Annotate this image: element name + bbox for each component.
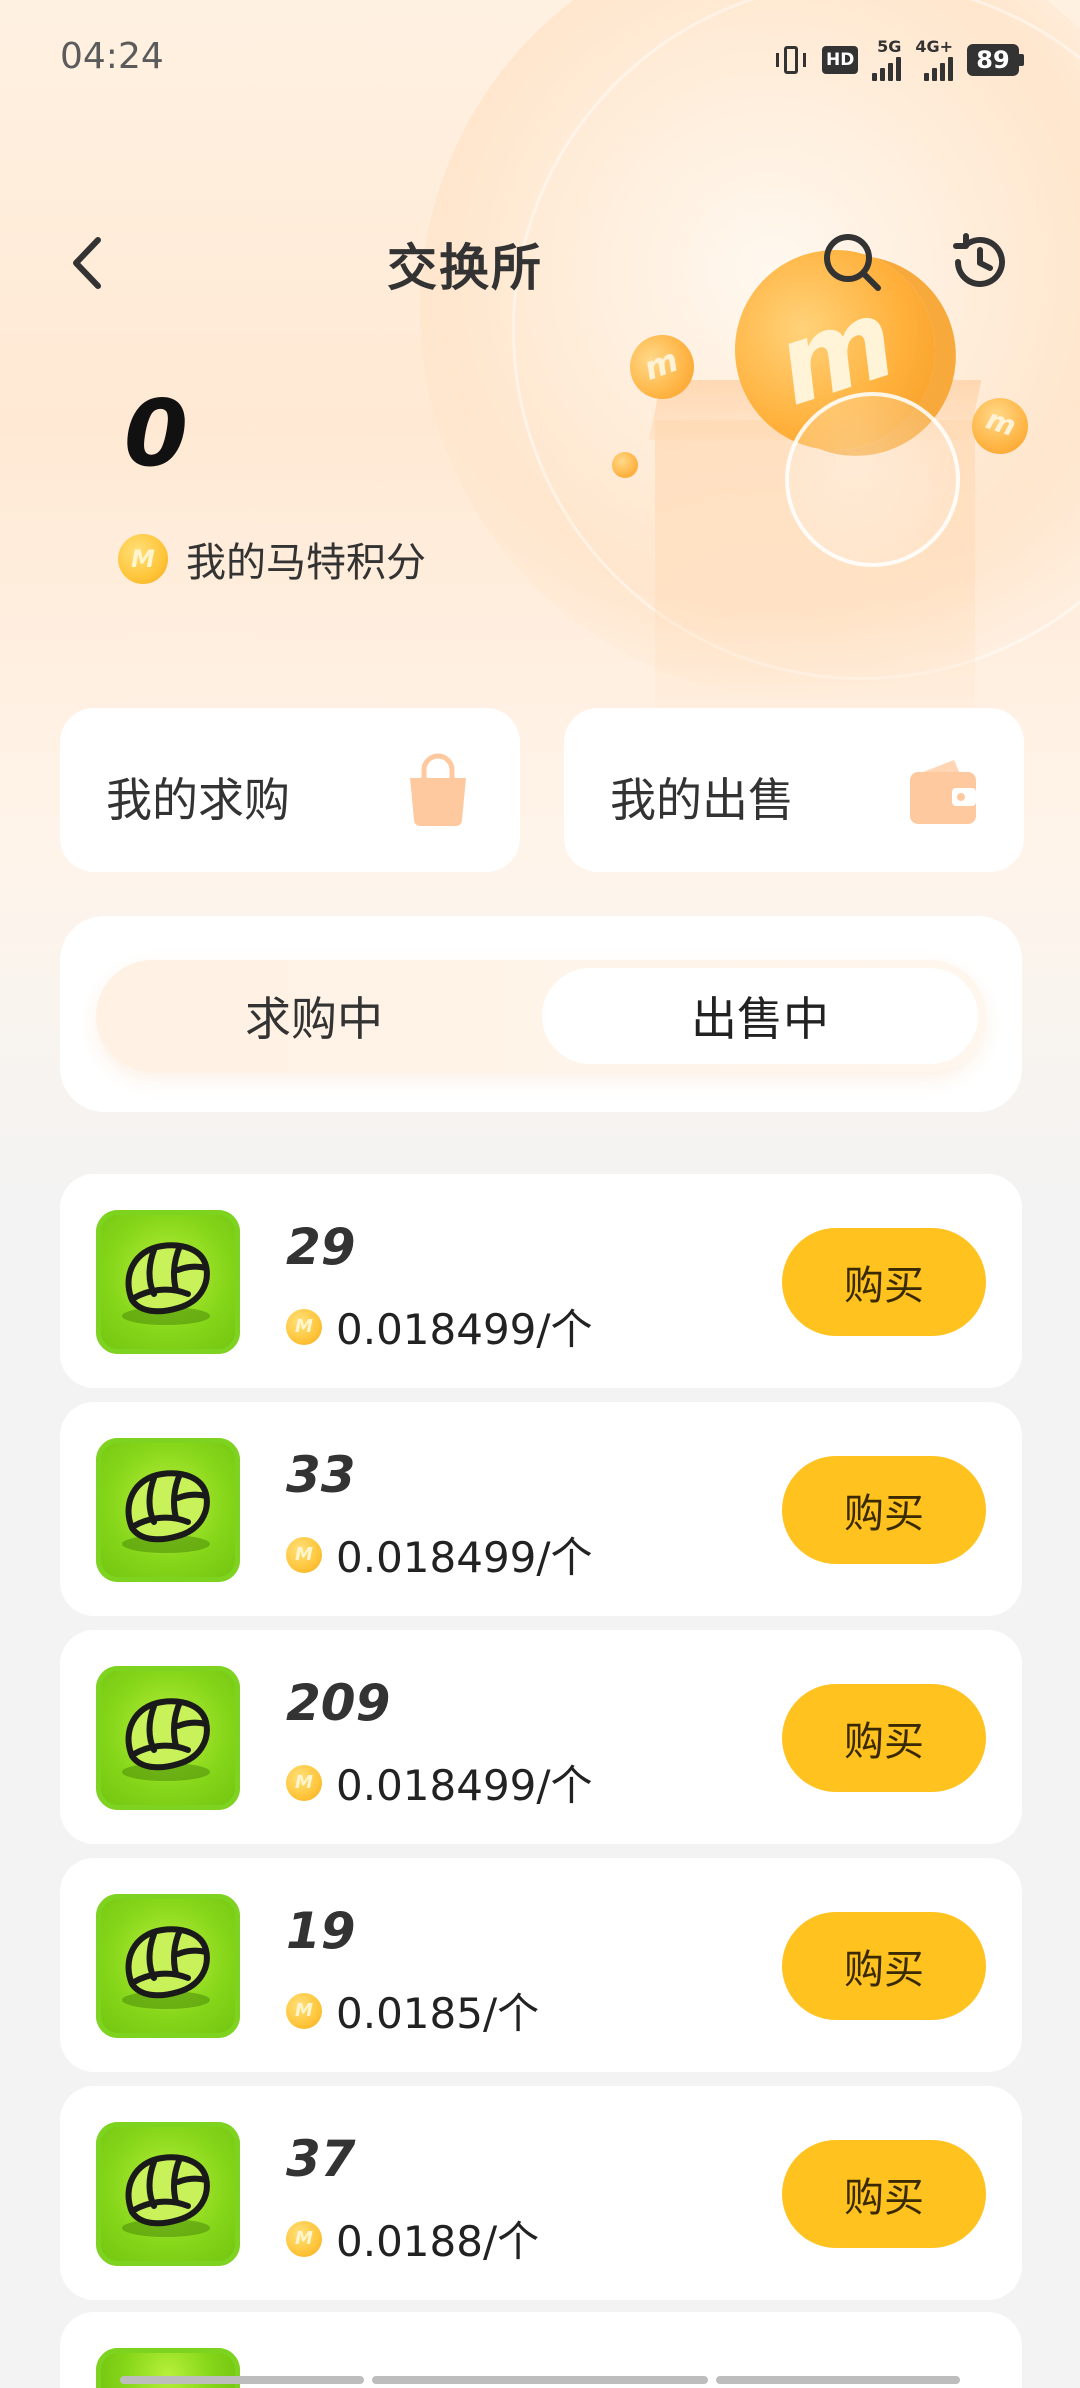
item-price-row: M 0.0185/个 <box>286 1980 539 2041</box>
item-quantity: 33 <box>286 1446 356 1504</box>
search-icon <box>824 234 881 291</box>
scroll-indicator <box>716 2376 960 2384</box>
my-sell-card[interactable]: 我的出售 <box>564 708 1024 872</box>
item-price: 0.0185/个 <box>336 1989 540 2038</box>
item-price: 0.0188/个 <box>336 2217 540 2266</box>
exchange-page: m m m 04:24 HD 5G 4G+ 89 交换所 0 M 我的马特积分 … <box>0 0 1080 2388</box>
status-icons: HD 5G 4G+ 89 <box>774 37 1024 81</box>
list-item[interactable]: 33 M 0.018499/个 购买 <box>60 1402 1022 1616</box>
status-time: 04:24 <box>60 36 164 77</box>
my-sell-label: 我的出售 <box>610 773 794 827</box>
item-price: 0.018499/个 <box>336 1305 593 1354</box>
sim1-signal: 5G <box>872 37 902 81</box>
tab-selling[interactable]: 出售中 <box>542 968 978 1064</box>
bubble-decoration <box>785 392 960 567</box>
status-bar: 04:24 HD 5G 4G+ 89 <box>0 0 1080 118</box>
tab-buying[interactable]: 求购中 <box>96 960 532 1072</box>
shopping-bag-icon <box>410 753 466 826</box>
buy-button[interactable]: 购买 <box>782 1228 986 1336</box>
battery-icon: 89 <box>967 44 1024 76</box>
signal-bars-icon <box>924 55 953 81</box>
buy-button[interactable]: 购买 <box>782 1456 986 1564</box>
item-price-row: M 0.0188/个 <box>286 2208 539 2269</box>
battery-level: 89 <box>967 44 1019 76</box>
list-item[interactable]: 209 M 0.018499/个 购买 <box>60 1630 1022 1844</box>
sim1-label: 5G <box>877 37 902 56</box>
m-coin-icon: M <box>286 1764 322 1801</box>
bamboo-shoot-icon <box>122 1470 210 1553</box>
bamboo-item-icon <box>96 1894 240 2038</box>
list-item[interactable]: 37 M 0.0188/个 购买 <box>60 2086 1022 2300</box>
list-item[interactable]: 19 M 0.0185/个 购买 <box>60 1858 1022 2072</box>
vibrate-icon <box>774 43 808 77</box>
hd-badge: HD <box>821 46 859 74</box>
my-buy-card[interactable]: 我的求购 <box>60 708 520 872</box>
bamboo-shoot-icon <box>122 2154 210 2237</box>
m-coin-icon: M <box>286 1992 322 2029</box>
scroll-indicator <box>372 2376 708 2384</box>
m-coin-icon: M <box>286 1308 322 1345</box>
m-coin-icon: M <box>286 1536 322 1573</box>
bamboo-item-icon <box>96 1438 240 1582</box>
points-value: 0 <box>124 380 189 487</box>
item-price-row: M 0.018499/个 <box>286 1752 593 1813</box>
wallet-icon <box>910 760 976 824</box>
sim2-signal: 4G+ <box>915 39 953 81</box>
bamboo-shoot-icon <box>122 1698 210 1781</box>
item-price-row: M 0.018499/个 <box>286 1296 593 1357</box>
bamboo-item-icon <box>96 1210 240 1354</box>
bamboo-shoot-icon <box>122 1242 210 1325</box>
scroll-indicator <box>120 2376 364 2384</box>
my-buy-label: 我的求购 <box>106 773 290 827</box>
buy-button[interactable]: 购买 <box>782 1684 986 1792</box>
signal-bars-icon <box>872 55 902 81</box>
item-quantity: 37 <box>286 2130 356 2188</box>
tiny-coin-icon <box>612 452 638 478</box>
item-quantity: 209 <box>286 1674 391 1732</box>
search-button[interactable] <box>820 230 884 294</box>
history-button[interactable] <box>948 230 1012 294</box>
item-quantity: 19 <box>286 1902 356 1960</box>
m-coin-icon: M <box>118 534 168 584</box>
item-price: 0.018499/个 <box>336 1761 593 1810</box>
points-label: 我的马特积分 <box>186 540 426 586</box>
item-quantity: 29 <box>286 1218 356 1276</box>
item-price: 0.018499/个 <box>336 1533 593 1582</box>
page-title: 交换所 <box>387 239 543 297</box>
list-item[interactable]: 29 M 0.018499/个 购买 <box>60 1174 1022 1388</box>
history-clock-icon <box>953 233 1005 287</box>
bamboo-item-icon <box>96 1666 240 1810</box>
m-coin-icon: M <box>286 2220 322 2257</box>
bamboo-item-icon <box>96 2122 240 2266</box>
bamboo-shoot-icon <box>122 1926 210 2009</box>
item-price-row: M 0.018499/个 <box>286 1524 593 1585</box>
points-label-row: M 我的马特积分 <box>118 530 426 588</box>
tabs-card: 求购中 出售中 <box>60 916 1022 1112</box>
buy-button[interactable]: 购买 <box>782 2140 986 2248</box>
tabs-track: 求购中 出售中 <box>96 960 986 1072</box>
buy-button[interactable]: 购买 <box>782 1912 986 2020</box>
sim2-label: 4G+ <box>915 37 953 56</box>
